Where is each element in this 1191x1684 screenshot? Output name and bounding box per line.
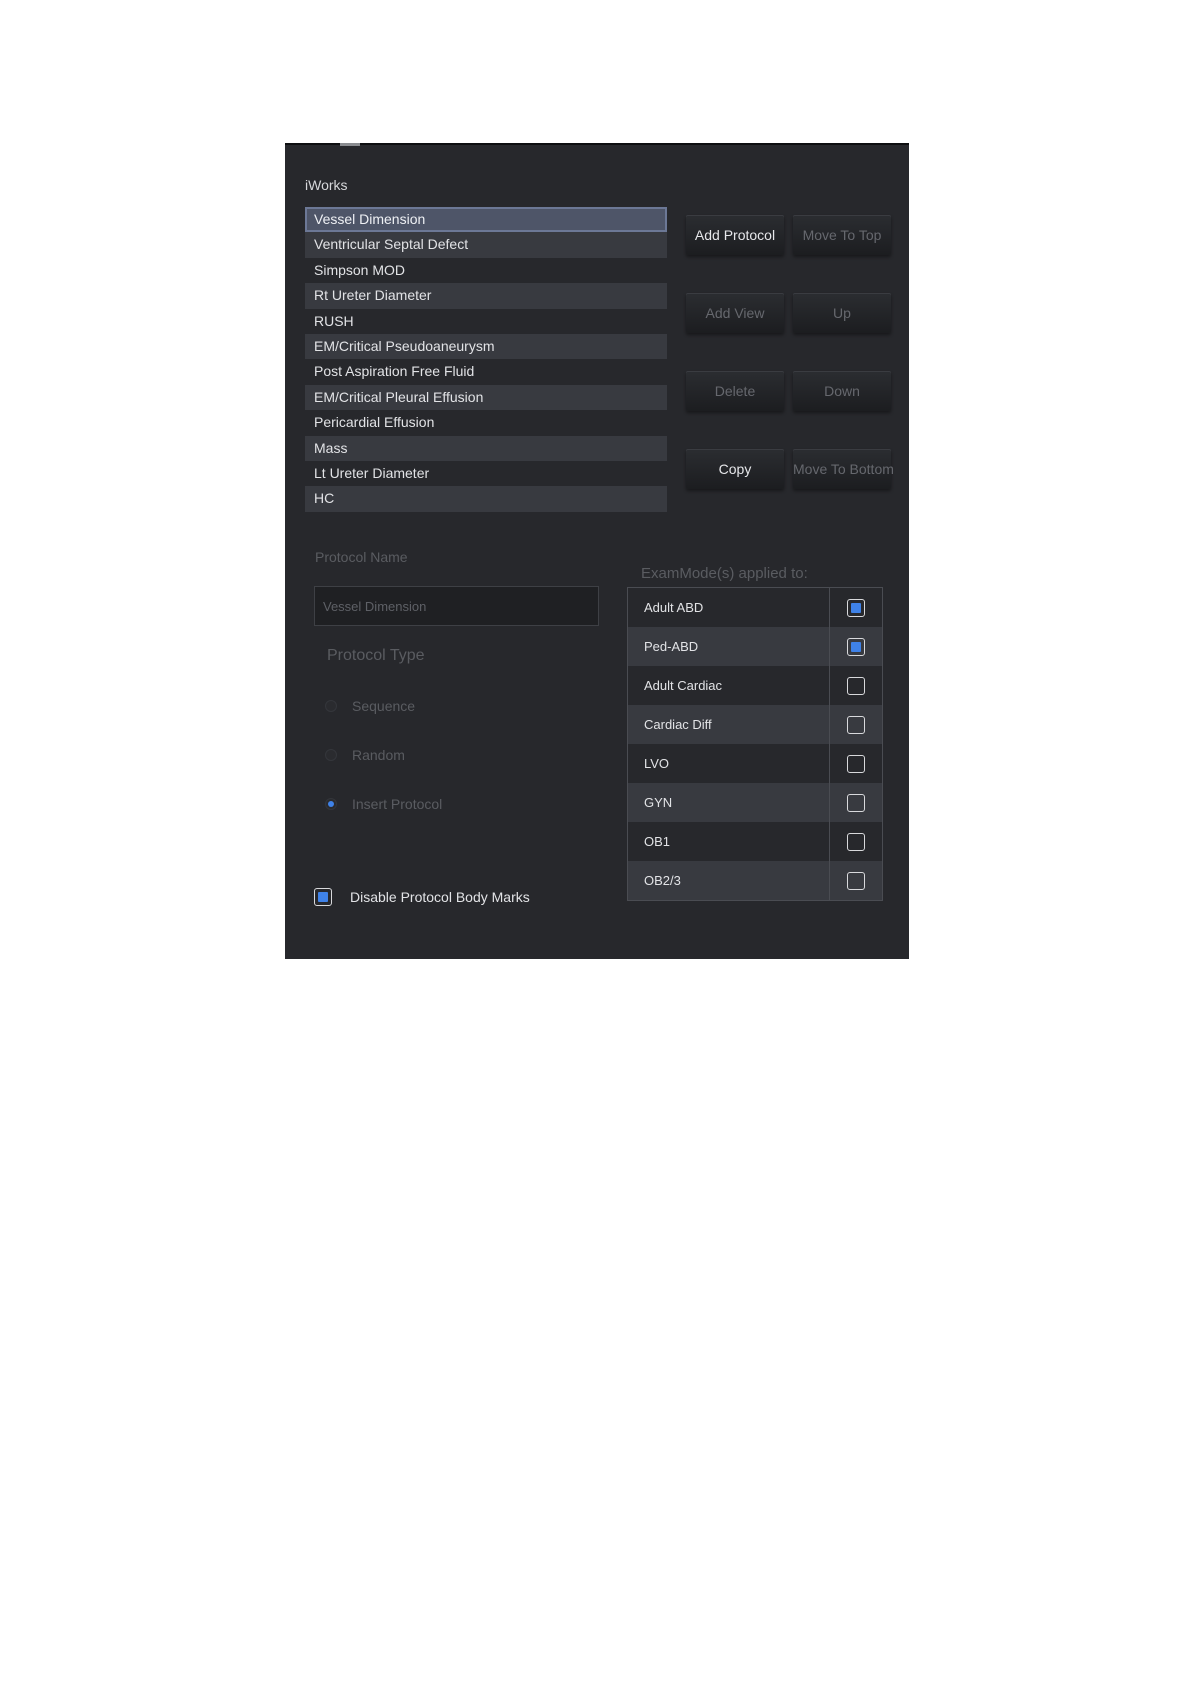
exam-mode-label: Cardiac Diff	[628, 705, 830, 744]
iworks-protocol-panel: iWorks Vessel Dimension Ventricular Sept…	[285, 143, 909, 959]
protocol-name-input[interactable]	[314, 586, 599, 626]
protocol-list: Vessel Dimension Ventricular Septal Defe…	[305, 207, 667, 512]
exam-mode-label: Adult ABD	[628, 588, 830, 627]
exam-modes-title: ExamMode(s) applied to:	[641, 565, 808, 582]
radio-label: Sequence	[352, 698, 416, 714]
exam-mode-label: Adult Cardiac	[628, 666, 830, 705]
protocol-name-label: Protocol Name	[315, 549, 408, 565]
exam-mode-row: GYN	[628, 783, 882, 822]
exam-mode-label: Ped-ABD	[628, 627, 830, 666]
down-button[interactable]: Down	[793, 371, 891, 411]
radio-label: Random	[352, 747, 405, 763]
exam-mode-checkbox-cell[interactable]	[830, 666, 882, 705]
disable-body-marks-label: Disable Protocol Body Marks	[350, 889, 530, 905]
add-view-button[interactable]: Add View	[686, 293, 784, 333]
exam-mode-row: Adult ABD	[628, 588, 882, 627]
radio-button[interactable]	[325, 700, 337, 712]
exam-mode-row: OB2/3	[628, 861, 882, 900]
protocol-list-item[interactable]: HC	[305, 486, 667, 512]
protocol-list-item[interactable]: Ventricular Septal Defect	[305, 232, 667, 258]
protocol-list-item[interactable]: Pericardial Effusion	[305, 410, 667, 436]
protocol-list-item[interactable]: Mass	[305, 435, 667, 461]
protocol-list-item[interactable]: EM/Critical Pleural Effusion	[305, 384, 667, 411]
radio-random[interactable]: Random	[325, 745, 405, 765]
radio-selected-dot	[328, 801, 334, 807]
exam-mode-checkbox[interactable]	[847, 637, 865, 656]
exam-mode-row: Adult Cardiac	[628, 666, 882, 705]
radio-sequence[interactable]: Sequence	[325, 696, 415, 716]
protocol-list-item[interactable]: Lt Ureter Diameter	[305, 460, 667, 487]
exam-mode-row: LVO	[628, 744, 882, 783]
exam-mode-checkbox[interactable]	[847, 715, 865, 734]
copy-button[interactable]: Copy	[686, 449, 784, 489]
exam-mode-row: Ped-ABD	[628, 627, 882, 666]
protocol-list-item[interactable]: Post Aspiration Free Fluid	[305, 359, 667, 385]
radio-label: Insert Protocol	[352, 796, 443, 812]
exam-mode-checkbox[interactable]	[847, 598, 865, 617]
move-to-top-button[interactable]: Move To Top	[793, 215, 891, 255]
disable-body-marks-option[interactable]: Disable Protocol Body Marks	[314, 885, 530, 909]
exam-mode-checkbox-cell[interactable]	[830, 822, 882, 861]
protocol-list-item[interactable]: Simpson MOD	[305, 257, 667, 284]
exam-mode-checkbox[interactable]	[847, 832, 865, 851]
radio-button[interactable]	[325, 749, 337, 761]
radio-button-selected[interactable]	[325, 798, 337, 810]
exam-mode-row: Cardiac Diff	[628, 705, 882, 744]
panel-tab-indicator	[340, 143, 360, 146]
protocol-list-item[interactable]: Rt Ureter Diameter	[305, 283, 667, 309]
protocol-type-label: Protocol Type	[327, 647, 425, 664]
exam-mode-checkbox[interactable]	[847, 754, 865, 773]
checkbox-checked-mark	[318, 892, 328, 902]
checkbox-checked-mark	[851, 641, 861, 652]
exam-mode-checkbox[interactable]	[847, 871, 865, 890]
move-to-bottom-button[interactable]: Move To Bottom	[793, 449, 894, 489]
exam-mode-label: GYN	[628, 783, 830, 822]
exam-mode-label: OB2/3	[628, 861, 830, 900]
protocol-list-item[interactable]: EM/Critical Pseudoaneurysm	[305, 333, 667, 360]
exam-mode-checkbox-cell[interactable]	[830, 627, 882, 666]
exam-mode-checkbox-cell[interactable]	[830, 744, 882, 783]
exam-mode-checkbox-cell[interactable]	[830, 588, 882, 627]
exam-mode-checkbox-cell[interactable]	[830, 783, 882, 822]
exam-mode-label: OB1	[628, 822, 830, 861]
up-button[interactable]: Up	[793, 293, 891, 333]
exam-mode-checkbox-cell[interactable]	[830, 861, 882, 900]
exam-mode-table: Adult ABD Ped-ABD Adult Cardiac Cardiac …	[627, 587, 883, 901]
add-protocol-button[interactable]: Add Protocol	[686, 215, 784, 255]
radio-insert-protocol[interactable]: Insert Protocol	[325, 794, 442, 814]
protocol-list-item[interactable]: RUSH	[305, 308, 667, 334]
checkbox-checked-mark	[851, 602, 861, 613]
exam-mode-checkbox-cell[interactable]	[830, 705, 882, 744]
app-title: iWorks	[305, 177, 348, 193]
delete-button[interactable]: Delete	[686, 371, 784, 411]
protocol-list-item[interactable]: Vessel Dimension	[305, 207, 667, 233]
exam-mode-label: LVO	[628, 744, 830, 783]
exam-mode-checkbox[interactable]	[847, 676, 865, 695]
disable-body-marks-checkbox[interactable]	[314, 888, 332, 906]
exam-mode-row: OB1	[628, 822, 882, 861]
exam-mode-checkbox[interactable]	[847, 793, 865, 812]
